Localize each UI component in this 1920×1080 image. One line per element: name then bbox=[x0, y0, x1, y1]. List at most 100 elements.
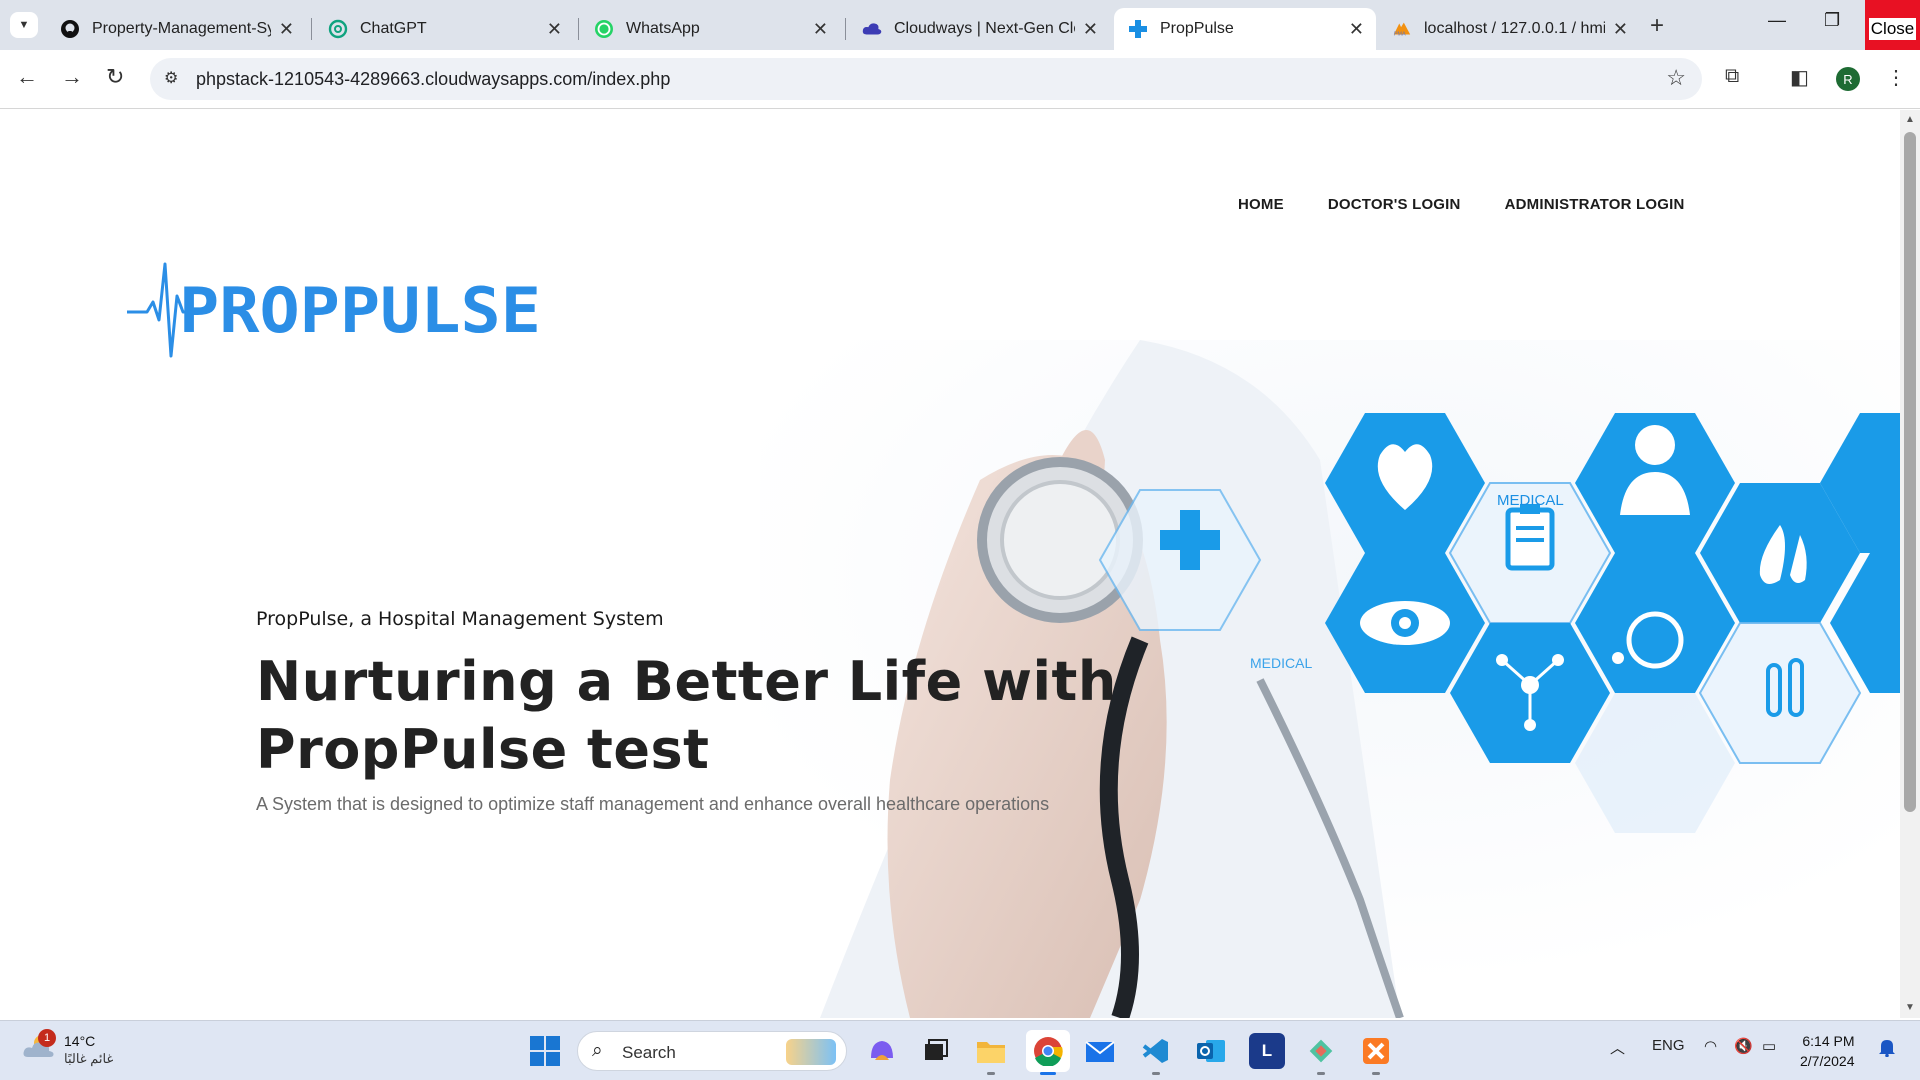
window-close-button[interactable]: Close bbox=[1865, 0, 1920, 50]
hero-title-line-2: PropPulse test bbox=[256, 718, 710, 781]
tab-title: localhost / 127.0.0.1 / hmis bbox=[1424, 20, 1605, 37]
chevron-down-icon: ▼ bbox=[18, 19, 30, 31]
weather-temperature: 14°C bbox=[64, 1033, 96, 1049]
back-icon[interactable]: ← bbox=[16, 64, 38, 90]
whatsapp-icon bbox=[594, 19, 614, 39]
tab-property-management[interactable]: Property-Management-Sys ✕ bbox=[46, 8, 306, 50]
running-indicator bbox=[1372, 1072, 1380, 1075]
main-navigation: HOME DOCTOR'S LOGIN ADMINISTRATOR LOGIN bbox=[1238, 196, 1684, 213]
search-icon: ⌕ bbox=[592, 1040, 603, 1061]
wifi-icon[interactable]: ◠ bbox=[1704, 1037, 1717, 1055]
tab-title: PropPulse bbox=[1160, 20, 1234, 37]
restore-icon[interactable]: ❐ bbox=[1824, 10, 1840, 31]
site-settings-icon[interactable]: ⚙ bbox=[164, 68, 178, 88]
bookmark-star-icon[interactable]: ☆ bbox=[1666, 65, 1686, 91]
nav-home-link[interactable]: HOME bbox=[1238, 196, 1284, 213]
tab-divider bbox=[578, 18, 579, 40]
tab-title: ChatGPT bbox=[360, 20, 427, 37]
proppulse-logo[interactable]: PROPPULSE bbox=[125, 260, 545, 365]
close-tab-icon[interactable]: ✕ bbox=[1083, 19, 1098, 40]
extensions-icon[interactable]: ⧉ bbox=[1725, 65, 1739, 88]
address-bar[interactable]: ⚙ phpstack-1210543-4289663.cloudwaysapps… bbox=[150, 58, 1702, 100]
show-hidden-icons-chevron[interactable]: ︿ bbox=[1610, 1037, 1625, 1058]
tab-phpmyadmin[interactable]: PMA localhost / 127.0.0.1 / hmis ✕ bbox=[1378, 8, 1640, 50]
notifications-bell-icon[interactable] bbox=[1878, 1037, 1896, 1062]
url-text[interactable]: phpstack-1210543-4289663.cloudwaysapps.c… bbox=[196, 69, 670, 90]
phpmyadmin-icon: PMA bbox=[1392, 19, 1412, 39]
vscode-icon[interactable] bbox=[1138, 1033, 1174, 1069]
running-indicator bbox=[1152, 1072, 1160, 1075]
clock-time: 6:14 PM bbox=[1802, 1033, 1855, 1049]
scroll-up-icon[interactable]: ▲ bbox=[1905, 114, 1915, 125]
scroll-down-icon[interactable]: ▼ bbox=[1905, 1002, 1915, 1013]
close-label: Close bbox=[1868, 18, 1917, 40]
hero-subtitle: PropPulse, a Hospital Management System bbox=[256, 608, 664, 630]
proppulse-icon bbox=[1128, 19, 1148, 39]
git-icon[interactable] bbox=[1303, 1033, 1339, 1069]
hero-title-line-1: Nurturing a Better Life with bbox=[256, 650, 1117, 713]
chatgpt-icon bbox=[328, 19, 348, 39]
profile-avatar[interactable]: R bbox=[1836, 67, 1860, 91]
active-indicator bbox=[1040, 1072, 1056, 1075]
hero-title: Nurturing a Better Life with PropPulse t… bbox=[256, 648, 1156, 784]
scrollbar-thumb[interactable] bbox=[1904, 132, 1916, 812]
new-tab-icon[interactable]: + bbox=[1650, 12, 1664, 40]
l-app-icon[interactable]: L bbox=[1249, 1033, 1285, 1069]
close-tab-icon[interactable]: ✕ bbox=[547, 19, 562, 40]
weather-condition: غائم غالبًا bbox=[64, 1051, 114, 1066]
weather-widget[interactable]: 1 14°C غائم غالبًا bbox=[22, 1029, 113, 1066]
tab-divider bbox=[845, 18, 846, 40]
close-tab-icon[interactable]: ✕ bbox=[1613, 19, 1628, 40]
github-icon bbox=[60, 19, 80, 39]
clock-date: 2/7/2024 bbox=[1800, 1053, 1855, 1069]
file-explorer-icon[interactable] bbox=[973, 1033, 1009, 1069]
search-label: Search bbox=[622, 1043, 676, 1062]
chrome-icon[interactable] bbox=[1026, 1030, 1070, 1072]
search-highlight-icon bbox=[786, 1039, 836, 1065]
taskbar-search-box[interactable]: ⌕ Search bbox=[577, 1031, 847, 1071]
tab-title: Property-Management-Sys bbox=[92, 20, 271, 37]
cloudways-icon bbox=[862, 19, 882, 39]
task-view-icon[interactable] bbox=[918, 1033, 954, 1069]
nav-admin-login-link[interactable]: ADMINISTRATOR LOGIN bbox=[1505, 196, 1685, 213]
heartbeat-logo-icon: PROPPULSE bbox=[127, 262, 541, 358]
hero-description: A System that is designed to optimize st… bbox=[256, 794, 1050, 814]
volume-muted-icon[interactable]: 🔇 bbox=[1734, 1037, 1753, 1055]
forward-icon[interactable]: → bbox=[61, 64, 83, 90]
tab-proppulse[interactable]: PropPulse ✕ bbox=[1114, 8, 1376, 50]
windows-start-icon[interactable] bbox=[530, 1036, 560, 1071]
hex-label-medical-2: MEDICAL bbox=[1250, 655, 1313, 671]
notification-badge: 1 bbox=[38, 1029, 56, 1047]
outlook-icon[interactable] bbox=[1193, 1033, 1229, 1069]
close-tab-icon[interactable]: ✕ bbox=[1349, 19, 1364, 40]
browser-tab-strip: ▼ Property-Management-Sys ✕ ChatGPT ✕ Wh… bbox=[0, 0, 1920, 50]
minimize-icon[interactable]: — bbox=[1768, 10, 1786, 31]
browser-toolbar: ← → ↻ ⚙ phpstack-1210543-4289663.cloudwa… bbox=[0, 50, 1920, 109]
tab-cloudways[interactable]: Cloudways | Next-Gen Clou ✕ bbox=[848, 8, 1110, 50]
copilot-icon[interactable] bbox=[864, 1033, 900, 1069]
xampp-icon[interactable] bbox=[1358, 1033, 1394, 1069]
language-indicator[interactable]: ENG bbox=[1652, 1037, 1685, 1054]
page-scrollbar[interactable]: ▲ ▼ bbox=[1900, 110, 1920, 1018]
close-tab-icon[interactable]: ✕ bbox=[813, 19, 828, 40]
tab-search-button[interactable]: ▼ bbox=[10, 12, 38, 38]
close-tab-icon[interactable]: ✕ bbox=[279, 19, 294, 40]
tab-whatsapp[interactable]: WhatsApp ✕ bbox=[580, 8, 840, 50]
hex-label-medical-1: MEDICAL bbox=[1497, 492, 1564, 509]
side-panel-icon[interactable]: ◧ bbox=[1790, 65, 1809, 90]
tab-chatgpt[interactable]: ChatGPT ✕ bbox=[314, 8, 574, 50]
tab-title: Cloudways | Next-Gen Clou bbox=[894, 20, 1075, 37]
windows-taskbar: 1 14°C غائم غالبًا ⌕ Search L ︿ ENG ◠ 🔇 … bbox=[0, 1020, 1920, 1080]
nav-doctor-login-link[interactable]: DOCTOR'S LOGIN bbox=[1328, 196, 1461, 213]
page-viewport: MEDICAL MEDICAL HOME DOCTOR'S LOGIN ADMI… bbox=[0, 110, 1900, 1018]
battery-icon[interactable]: ▭ bbox=[1762, 1037, 1776, 1055]
reload-icon[interactable]: ↻ bbox=[106, 64, 124, 90]
system-clock[interactable]: 6:14 PM 2/7/2024 bbox=[1800, 1031, 1855, 1071]
svg-text:PMA: PMA bbox=[1394, 31, 1406, 37]
tab-divider bbox=[311, 18, 312, 40]
browser-menu-icon[interactable]: ⋮ bbox=[1886, 65, 1906, 90]
running-indicator bbox=[1317, 1072, 1325, 1075]
hero-section: PropPulse, a Hospital Management System … bbox=[256, 608, 1156, 815]
mail-icon[interactable] bbox=[1082, 1033, 1118, 1069]
running-indicator bbox=[987, 1072, 995, 1075]
